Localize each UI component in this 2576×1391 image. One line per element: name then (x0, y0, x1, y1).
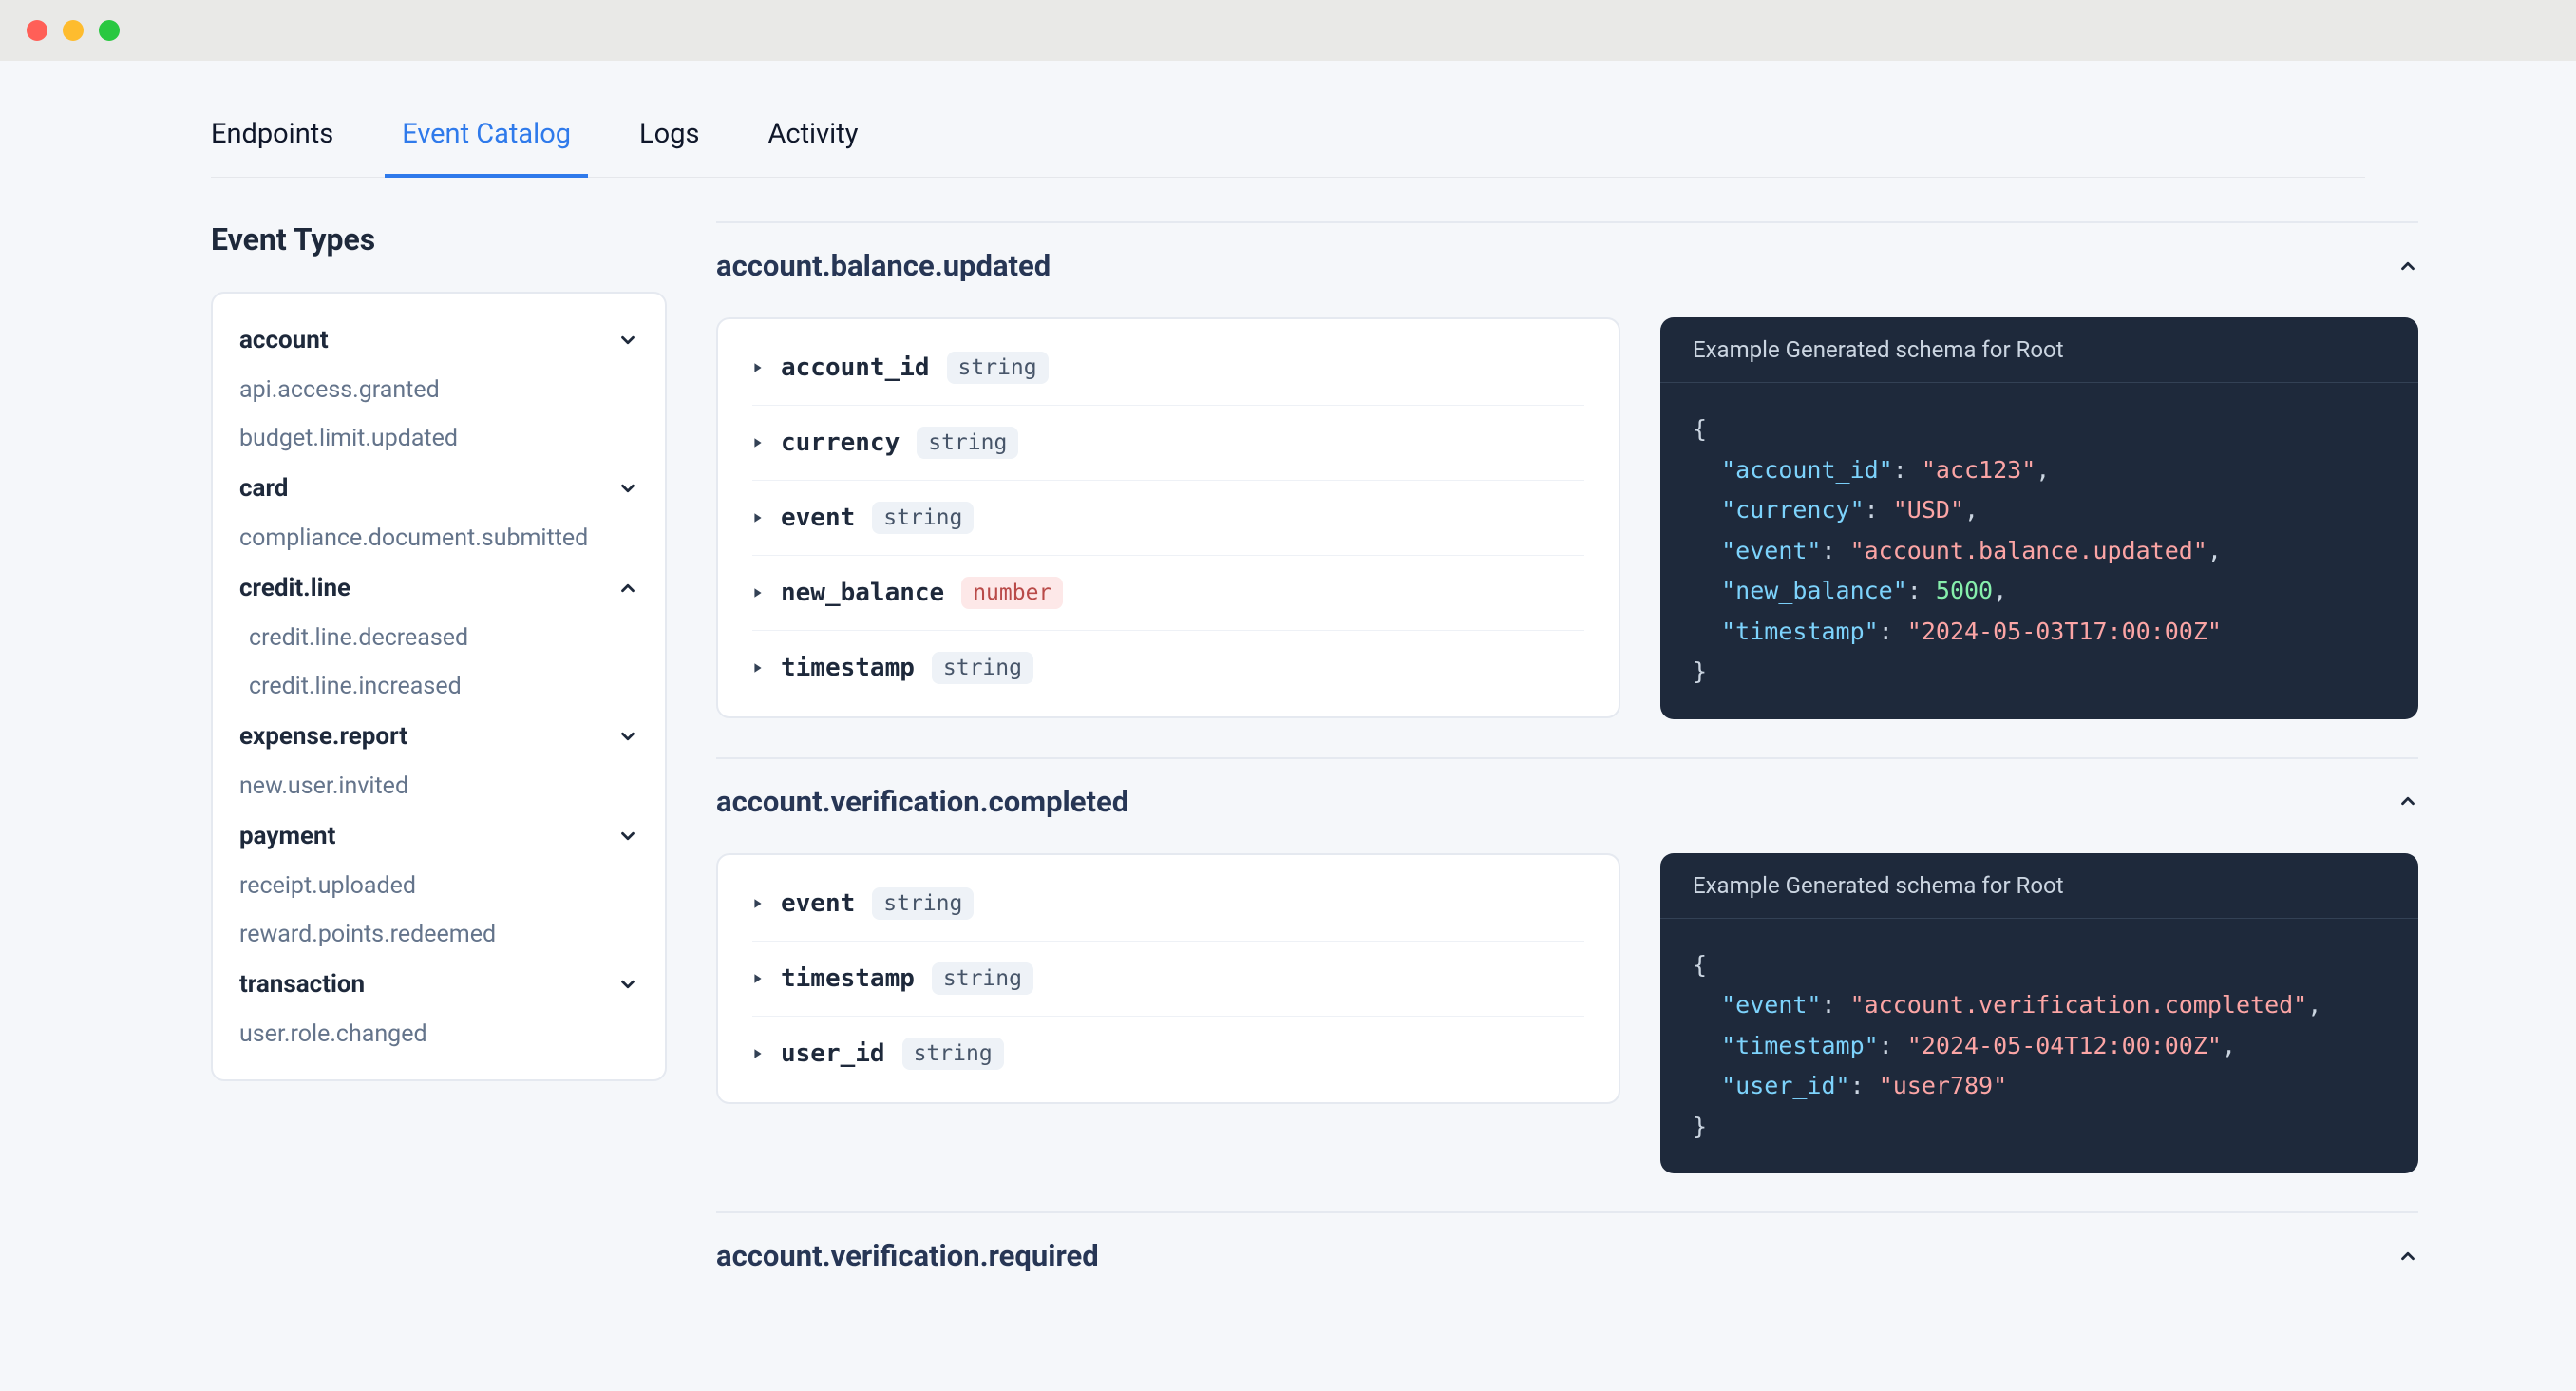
chevron-up-icon (2397, 1246, 2418, 1267)
window-maximize-button[interactable] (99, 20, 120, 41)
event-section: account.verification.required (716, 1213, 2418, 1345)
sidebar-item[interactable]: user.role.changed (213, 1010, 665, 1058)
tab-event-catalog[interactable]: Event Catalog (402, 118, 571, 177)
triangle-right-icon (752, 437, 764, 448)
triangle-right-icon (752, 973, 764, 984)
event-header[interactable]: account.balance.updated (716, 248, 2418, 283)
schema-field-name: event (781, 889, 855, 918)
sidebar-category-label: card (239, 474, 288, 503)
chevron-down-icon (617, 974, 638, 995)
tab-logs[interactable]: Logs (639, 118, 699, 177)
schema-field-name: event (781, 504, 855, 532)
schema-field-row[interactable]: account_id string (752, 331, 1584, 406)
sidebar-category-label: expense.report (239, 722, 407, 751)
schema-field-name: user_id (781, 1039, 885, 1068)
schema-field-row[interactable]: timestamp string (752, 631, 1584, 705)
schema-card: event string timestamp string user_id string (716, 853, 1620, 1104)
window-minimize-button[interactable] (63, 20, 84, 41)
example-header: Example Generated schema for Root (1660, 853, 2418, 919)
chevron-down-icon (617, 826, 638, 847)
sidebar-category[interactable]: credit.line (213, 562, 665, 614)
event-body: event string timestamp string user_id string E… (716, 853, 2418, 1174)
schema-field-name: timestamp (781, 654, 915, 682)
example-code: { "event": "account.verification.complet… (1660, 919, 2418, 1174)
triangle-right-icon (752, 898, 764, 909)
event-title: account.verification.required (716, 1238, 1099, 1273)
triangle-right-icon (752, 1048, 764, 1059)
triangle-right-icon (752, 662, 764, 674)
triangle-right-icon (752, 512, 764, 524)
schema-field-row[interactable]: currency string (752, 406, 1584, 481)
event-detail-main: account.balance.updatedaccount_idstringc… (716, 221, 2418, 1345)
chevron-down-icon (617, 726, 638, 747)
sidebar-category[interactable]: expense.report (213, 711, 665, 762)
tab-activity[interactable]: Activity (767, 118, 858, 177)
sidebar-item[interactable]: credit.line.decreased (213, 614, 665, 662)
example-code: { "account_id": "acc123", "currency": "U… (1660, 383, 2418, 719)
schema-field-name: currency (781, 429, 900, 457)
chevron-down-icon (617, 478, 638, 499)
event-title: account.verification.completed (716, 784, 1128, 819)
tab-endpoints[interactable]: Endpoints (211, 118, 333, 177)
sidebar-category[interactable]: transaction (213, 959, 665, 1010)
sidebar-category-label: account (239, 326, 329, 354)
event-types-panel: account api.access.grantedbudget.limit.up… (211, 292, 667, 1081)
schema-field-type-badge: string (947, 352, 1049, 384)
schema-field-type-badge: string (932, 652, 1033, 684)
sidebar-category-label: credit.line (239, 574, 350, 602)
schema-field-row[interactable]: user_id string (752, 1017, 1584, 1091)
sidebar-category[interactable]: card (213, 463, 665, 514)
triangle-right-icon (752, 587, 764, 599)
sidebar-item[interactable]: budget.limit.updated (213, 414, 665, 463)
event-title: account.balance.updated (716, 248, 1051, 283)
event-section: account.balance.updatedaccount_idstringc… (716, 223, 2418, 757)
sidebar-item[interactable]: new.user.invited (213, 762, 665, 810)
window-close-button[interactable] (27, 20, 47, 41)
sidebar-title: Event Types (211, 221, 667, 257)
event-header[interactable]: account.verification.completed (716, 784, 2418, 819)
example-panel: Example Generated schema for Root{ "acco… (1660, 317, 2418, 719)
schema-field-row[interactable]: event string (752, 481, 1584, 556)
triangle-right-icon (752, 362, 764, 373)
sidebar-item[interactable]: compliance.document.submitted (213, 514, 665, 562)
sidebar-item[interactable]: receipt.uploaded (213, 862, 665, 910)
event-header[interactable]: account.verification.required (716, 1238, 2418, 1273)
sidebar-item[interactable]: reward.points.redeemed (213, 910, 665, 959)
schema-field-row[interactable]: event string (752, 867, 1584, 942)
schema-field-row[interactable]: timestamp string (752, 942, 1584, 1017)
sidebar-item[interactable]: api.access.granted (213, 366, 665, 414)
chevron-up-icon (2397, 256, 2418, 276)
schema-field-type-badge: string (902, 1038, 1004, 1070)
chevron-up-icon (617, 578, 638, 599)
schema-field-type-badge: string (872, 887, 974, 920)
schema-field-type-badge: string (932, 962, 1033, 995)
sidebar-item[interactable]: credit.line.increased (213, 662, 665, 711)
window-chrome (0, 0, 2576, 61)
sidebar-category[interactable]: account (213, 314, 665, 366)
schema-field-row[interactable]: new_balance number (752, 556, 1584, 631)
example-panel: Example Generated schema for Root{ "even… (1660, 853, 2418, 1174)
main-tabs: Endpoints Event Catalog Logs Activity (211, 118, 2365, 178)
chevron-down-icon (617, 330, 638, 351)
chevron-up-icon (2397, 791, 2418, 811)
schema-card: account_idstringcurrencystringeventstrin… (716, 317, 1620, 718)
schema-field-name: timestamp (781, 964, 915, 993)
schema-field-type-badge: string (872, 502, 974, 534)
example-header: Example Generated schema for Root (1660, 317, 2418, 383)
schema-field-name: new_balance (781, 579, 944, 607)
event-section: account.verification.completed event strin… (716, 759, 2418, 1212)
event-body: account_idstringcurrencystringeventstrin… (716, 317, 2418, 719)
schema-field-name: account_id (781, 353, 930, 382)
sidebar-category-label: payment (239, 822, 335, 850)
sidebar-category-label: transaction (239, 970, 365, 999)
schema-field-type-badge: number (961, 577, 1063, 609)
schema-field-type-badge: string (917, 427, 1018, 459)
sidebar-category[interactable]: payment (213, 810, 665, 862)
